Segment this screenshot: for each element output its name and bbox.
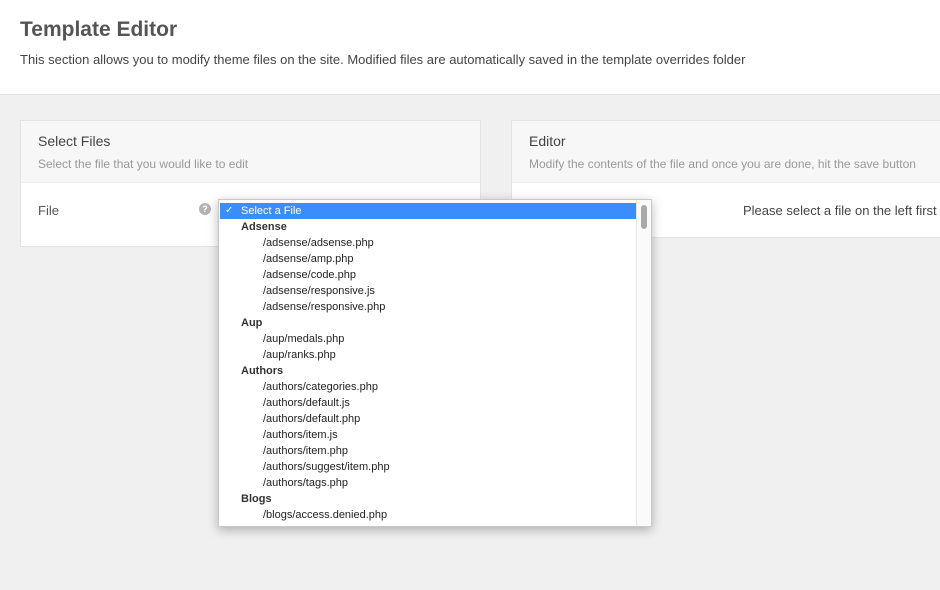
option-group-label: Adsense (241, 221, 287, 233)
option-group-aup: Aup (220, 315, 637, 331)
select-files-title: Select Files (38, 133, 111, 149)
file-option[interactable]: /authors/categories.php (220, 379, 637, 395)
file-option[interactable]: /blogs/access.denied.php (220, 507, 637, 523)
file-option-label: /authors/suggest/item.php (263, 461, 390, 473)
file-select-options: ✓ Select a File Adsense/adsense/adsense.… (220, 203, 637, 523)
editor-empty-message: Please select a file on the left first (743, 203, 937, 218)
select-files-subtitle: Select the file that you would like to e… (38, 157, 249, 171)
file-option[interactable]: /authors/item.js (220, 427, 637, 443)
file-option[interactable]: /authors/item.php (220, 443, 637, 459)
file-option-label: /aup/ranks.php (263, 349, 336, 361)
dropdown-scrollbar-thumb[interactable] (641, 205, 647, 229)
file-option[interactable]: /adsense/adsense.php (220, 235, 637, 251)
file-option[interactable]: /adsense/amp.php (220, 251, 637, 267)
file-option-label: /adsense/responsive.js (263, 285, 375, 297)
file-select-dropdown[interactable]: ✓ Select a File Adsense/adsense/adsense.… (218, 199, 652, 527)
editor-panel-header: Editor Modify the contents of the file a… (512, 121, 940, 183)
file-option[interactable]: /aup/ranks.php (220, 347, 637, 363)
page-title: Template Editor (20, 18, 178, 41)
file-option-label: /authors/default.js (263, 397, 350, 409)
file-option-label: /adsense/adsense.php (263, 237, 374, 249)
file-option[interactable]: /adsense/code.php (220, 267, 637, 283)
file-label: File (38, 203, 59, 218)
page-description: This section allows you to modify theme … (20, 52, 746, 67)
file-option-label: /authors/item.php (263, 445, 348, 457)
file-option[interactable]: /authors/default.php (220, 411, 637, 427)
option-group-adsense: Adsense (220, 219, 637, 235)
file-option[interactable]: /authors/suggest/item.php (220, 459, 637, 475)
file-option-label: /adsense/amp.php (263, 253, 354, 265)
option-group-label: Authors (241, 365, 284, 377)
option-group-label: Blogs (241, 493, 272, 505)
file-option-label: /authors/tags.php (263, 477, 349, 489)
file-option[interactable]: /adsense/responsive.php (220, 299, 637, 315)
option-group-blogs: Blogs (220, 491, 637, 507)
file-option[interactable]: /authors/tags.php (220, 475, 637, 491)
file-option-label: /adsense/responsive.php (263, 301, 386, 313)
select-files-panel-header: Select Files Select the file that you wo… (21, 121, 480, 183)
file-option-selected[interactable]: ✓ Select a File (220, 203, 637, 219)
file-option-label: /adsense/code.php (263, 269, 356, 281)
editor-title: Editor (529, 133, 566, 149)
help-icon[interactable]: ? (199, 203, 211, 215)
option-group-authors: Authors (220, 363, 637, 379)
file-option[interactable]: /authors/default.js (220, 395, 637, 411)
file-option[interactable]: /adsense/responsive.js (220, 283, 637, 299)
checkmark-icon: ✓ (225, 205, 234, 216)
page-header: Template Editor This section allows you … (0, 0, 940, 95)
editor-subtitle: Modify the contents of the file and once… (529, 157, 916, 171)
file-option-label: /authors/item.js (263, 429, 338, 441)
option-group-label: Aup (241, 317, 263, 329)
dropdown-scrollbar[interactable] (636, 200, 651, 526)
file-option-label: /blogs/access.denied.php (263, 509, 388, 521)
file-option-label: /aup/medals.php (263, 333, 345, 345)
file-option[interactable]: /aup/medals.php (220, 331, 637, 347)
file-option-label: /authors/categories.php (263, 381, 378, 393)
file-option-label: Select a File (241, 205, 302, 217)
file-option-label: /authors/default.php (263, 413, 361, 425)
